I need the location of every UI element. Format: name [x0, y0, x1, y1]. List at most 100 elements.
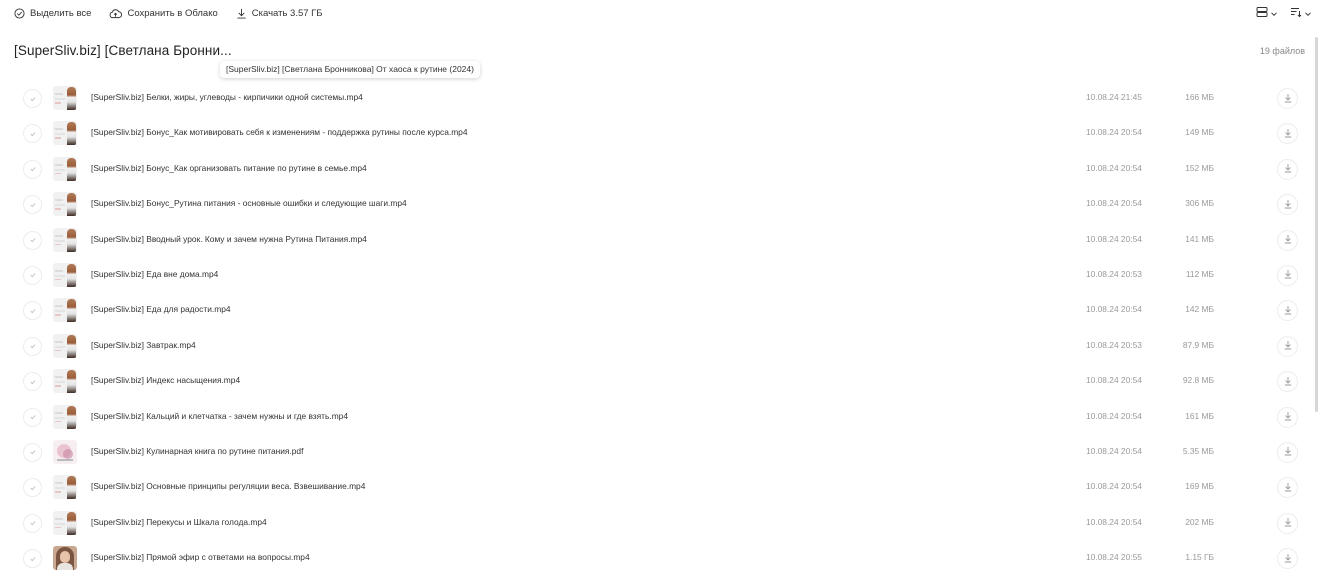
file-name[interactable]: [SuperSliv.biz] Бонус_Как организовать п… [91, 151, 367, 186]
file-size: 169 МБ [1185, 481, 1214, 492]
file-row[interactable]: [SuperSliv.biz] Вводный урок. Кому и зач… [0, 222, 1320, 257]
file-size: 142 МБ [1185, 304, 1214, 315]
file-size: 87.9 МБ [1182, 339, 1214, 350]
file-row[interactable]: [SuperSliv.biz] Кулинарная книга по рути… [0, 434, 1320, 469]
check-icon [29, 443, 37, 461]
file-row[interactable]: [SuperSliv.biz] Основные принципы регуля… [0, 469, 1320, 504]
download-button[interactable] [1277, 229, 1298, 251]
download-button[interactable] [1277, 335, 1298, 357]
download-all-label: Скачать 3.57 ГБ [251, 7, 323, 19]
file-date: 10.08.24 20:54 [1086, 304, 1142, 315]
select-checkbox[interactable] [23, 89, 42, 108]
select-checkbox[interactable] [23, 478, 42, 498]
scrollbar[interactable] [1315, 37, 1318, 412]
file-name[interactable]: [SuperSliv.biz] Еда для радости.mp4 [91, 292, 231, 327]
select-checkbox[interactable] [23, 195, 42, 215]
cloud-upload-icon [109, 8, 123, 19]
select-checkbox[interactable] [23, 230, 42, 250]
select-checkbox[interactable] [23, 549, 42, 569]
download-button[interactable] [1277, 158, 1298, 180]
file-row[interactable]: [SuperSliv.biz] Еда для радости.mp4 10.08… [0, 292, 1320, 327]
file-date: 10.08.24 20:54 [1086, 198, 1142, 209]
file-name[interactable]: [SuperSliv.biz] Белки, жиры, углеводы - … [91, 80, 363, 115]
check-icon [29, 231, 37, 249]
file-row[interactable]: [SuperSliv.biz] Бонус_Рутина питания - о… [0, 186, 1320, 221]
select-checkbox[interactable] [23, 513, 42, 533]
download-icon [1283, 514, 1293, 532]
download-button[interactable] [1277, 441, 1298, 463]
download-all-button[interactable]: Скачать 3.57 ГБ [236, 8, 323, 19]
download-icon [1283, 231, 1293, 249]
select-checkbox[interactable] [23, 407, 42, 427]
select-checkbox[interactable] [23, 301, 42, 321]
save-to-cloud-button[interactable]: Сохранить в Облако [109, 7, 218, 19]
file-row[interactable]: [SuperSliv.biz] Завтрак.mp4 10.08.24 20:5… [0, 328, 1320, 363]
check-icon [29, 514, 37, 532]
download-button[interactable] [1277, 194, 1298, 216]
video-thumbnail [53, 86, 77, 110]
file-name[interactable]: [SuperSliv.biz] Вводный урок. Кому и зач… [91, 222, 367, 257]
toolbar: Выделить все Сохранить в Облако Скачать … [0, 0, 1320, 26]
file-size: 149 МБ [1185, 127, 1214, 138]
file-row[interactable]: [SuperSliv.biz] Еда вне дома.mp4 10.08.24… [0, 257, 1320, 292]
download-button[interactable] [1277, 548, 1298, 570]
download-button[interactable] [1277, 512, 1298, 534]
folder-title[interactable]: [SuperSliv.biz] [Светлана Бронни... [14, 43, 232, 58]
file-date: 10.08.24 20:54 [1086, 410, 1142, 421]
file-date: 10.08.24 20:54 [1086, 233, 1142, 244]
file-name[interactable]: [SuperSliv.biz] Перекусы и Шкала голода.… [91, 505, 267, 540]
select-checkbox[interactable] [23, 336, 42, 356]
download-button[interactable] [1277, 123, 1298, 145]
download-button[interactable] [1277, 300, 1298, 322]
check-icon [29, 125, 37, 143]
file-row[interactable]: [SuperSliv.biz] Индекс насыщения.mp4 10.0… [0, 363, 1320, 398]
file-row[interactable]: [SuperSliv.biz] Бонус_Как мотивировать с… [0, 115, 1320, 150]
file-date: 10.08.24 20:54 [1086, 162, 1142, 173]
file-row[interactable]: [SuperSliv.biz] Белки, жиры, углеводы - … [0, 80, 1320, 115]
download-button[interactable] [1277, 264, 1298, 286]
file-name[interactable]: [SuperSliv.biz] Кулинарная книга по рути… [91, 434, 303, 469]
download-icon [1283, 550, 1293, 568]
select-checkbox[interactable] [23, 265, 42, 285]
view-mode-button[interactable] [1256, 5, 1278, 23]
file-name[interactable]: [SuperSliv.biz] Бонус_Рутина питания - о… [91, 186, 407, 221]
select-checkbox[interactable] [23, 124, 42, 144]
file-row[interactable]: [SuperSliv.biz] Кальций и клетчатка - за… [0, 399, 1320, 434]
download-icon [1283, 90, 1293, 108]
file-list: [SuperSliv.biz] Белки, жиры, углеводы - … [0, 80, 1320, 575]
save-to-cloud-label: Сохранить в Облако [127, 7, 218, 19]
file-name[interactable]: [SuperSliv.biz] Бонус_Как мотивировать с… [91, 115, 468, 150]
select-checkbox[interactable] [23, 159, 42, 179]
check-icon [29, 373, 37, 391]
folder-title-tooltip: [SuperSliv.biz] [Светлана Бронникова] От… [220, 61, 480, 78]
video-thumbnail [53, 156, 77, 181]
file-date: 10.08.24 20:53 [1086, 339, 1142, 350]
file-size: 1.15 ГБ [1185, 552, 1214, 563]
download-button[interactable] [1277, 406, 1298, 428]
file-name[interactable]: [SuperSliv.biz] Основные принципы регуля… [91, 469, 365, 504]
select-checkbox[interactable] [23, 372, 42, 392]
select-checkbox[interactable] [23, 442, 42, 462]
download-button[interactable] [1277, 477, 1298, 499]
file-size: 92.8 МБ [1182, 375, 1214, 386]
check-icon [29, 266, 37, 284]
check-icon [29, 479, 37, 497]
file-name[interactable]: [SuperSliv.biz] Индекс насыщения.mp4 [91, 363, 240, 398]
file-name[interactable]: [SuperSliv.biz] Кальций и клетчатка - за… [91, 399, 348, 434]
video-thumbnail [53, 192, 77, 217]
file-size: 5.35 МБ [1182, 445, 1214, 456]
download-button[interactable] [1277, 371, 1298, 393]
file-name[interactable]: [SuperSliv.biz] Еда вне дома.mp4 [91, 257, 218, 292]
view-controls [1256, 5, 1312, 23]
file-row[interactable]: [SuperSliv.biz] Бонус_Как организовать п… [0, 151, 1320, 186]
sort-button[interactable] [1290, 5, 1312, 23]
file-row[interactable]: [SuperSliv.biz] Перекусы и Шкала голода.… [0, 505, 1320, 540]
video-thumbnail [53, 121, 77, 146]
check-icon [29, 160, 37, 178]
file-name[interactable]: [SuperSliv.biz] Завтрак.mp4 [91, 328, 196, 363]
file-name[interactable]: [SuperSliv.biz] Прямой эфир с ответами н… [91, 540, 310, 575]
download-button[interactable] [1277, 88, 1298, 109]
photo-thumbnail [53, 546, 77, 571]
select-all-button[interactable]: Выделить все [14, 8, 91, 19]
file-row[interactable]: [SuperSliv.biz] Прямой эфир с ответами н… [0, 540, 1320, 575]
